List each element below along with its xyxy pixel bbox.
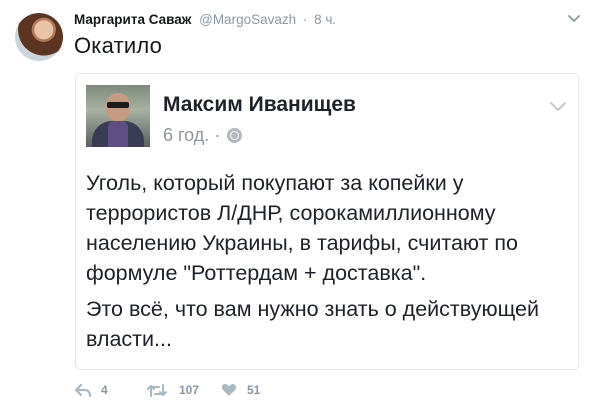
- retweet-button[interactable]: 107: [147, 383, 221, 397]
- post-author-name[interactable]: Максим Иванищев: [163, 93, 356, 117]
- separator: ·: [302, 12, 308, 27]
- tweet-text: Окатило: [74, 33, 163, 58]
- reply-button[interactable]: 4: [75, 383, 147, 397]
- embedded-post-card[interactable]: Максим Иванищев 6 год. · Уголь, который …: [75, 73, 579, 370]
- like-button[interactable]: 51: [221, 383, 260, 397]
- tweet-header: Маргарита Саваж @MargoSavazh · 8 ч.: [74, 12, 336, 27]
- reply-icon: [75, 383, 91, 397]
- post-paragraph: Это всё, что вам нужно знать о действующ…: [86, 297, 540, 351]
- tweet-actions: 4 107 51: [75, 383, 260, 397]
- like-count: 51: [247, 383, 261, 397]
- chevron-down-icon[interactable]: [549, 101, 567, 113]
- author-handle[interactable]: @MargoSavazh: [199, 12, 296, 27]
- chevron-down-icon[interactable]: [568, 14, 580, 24]
- retweet-count: 107: [179, 383, 200, 397]
- author-name[interactable]: Маргарита Саваж: [74, 12, 191, 27]
- post-body: Уголь, который покупают за копейки у тер…: [86, 168, 571, 360]
- retweet-icon: [147, 383, 167, 397]
- globe-icon: [227, 128, 243, 143]
- tweet: Маргарита Саваж @MargoSavazh · 8 ч. Окат…: [0, 0, 599, 414]
- heart-icon: [221, 383, 237, 396]
- post-separator: ·: [214, 125, 221, 145]
- reply-count: 4: [101, 383, 108, 397]
- post-paragraph: Уголь, который покупают за копейки у тер…: [86, 171, 518, 285]
- author-avatar[interactable]: [15, 13, 63, 61]
- post-author-photo[interactable]: [86, 85, 150, 147]
- tweet-time[interactable]: 8 ч.: [314, 12, 336, 27]
- post-time[interactable]: 6 год.: [163, 125, 209, 146]
- post-meta: 6 год. ·: [163, 125, 243, 146]
